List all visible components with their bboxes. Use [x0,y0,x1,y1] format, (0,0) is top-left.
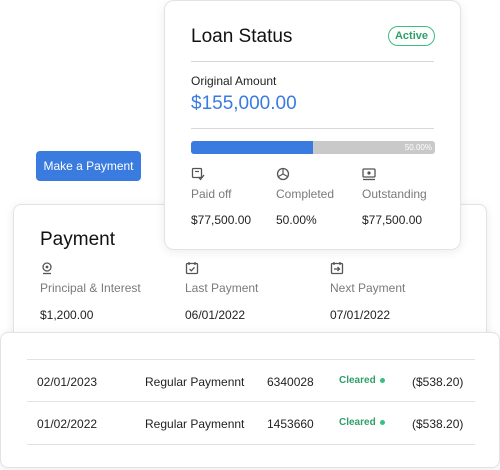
calendar-check-icon [185,261,199,275]
outstanding-value: $77,500.00 [362,213,423,227]
status-dot-icon [379,377,385,383]
table-row[interactable]: 01/02/2022 Regular Paymennt 1453660 Clea… [27,401,475,445]
next-payment-label: Next Payment [330,281,406,295]
transaction-status: Cleared [339,375,385,386]
last-payment-label: Last Payment [185,281,259,295]
loan-status-card: Loan Status Active Original Amount $155,… [164,0,461,250]
transaction-type: Regular Paymennt [145,375,245,389]
status-text: Cleared [339,417,376,428]
transaction-amount: ($538.20) [412,417,464,431]
transaction-amount: ($538.20) [412,375,464,389]
completed-value: 50.00% [276,213,317,227]
completed-label: Completed [276,187,335,201]
make-payment-button[interactable]: Make a Payment [36,151,141,181]
next-payment-item: Next Payment 07/01/2022 [330,261,470,322]
transaction-status: Cleared [339,417,385,428]
principal-icon [40,261,54,275]
next-payment-value: 07/01/2022 [330,308,391,322]
original-amount-value: $155,000.00 [191,93,297,114]
transaction-reference: 1453660 [267,417,314,431]
last-payment-value: 06/01/2022 [185,308,246,322]
transaction-type: Regular Paymennt [145,417,245,431]
divider [191,128,434,129]
principal-interest-label: Principal & Interest [40,281,141,295]
completed-stat: Completed 50.00% [276,167,366,227]
paid-off-label: Paid off [191,187,232,201]
original-amount-label: Original Amount [191,74,277,88]
principal-interest-value: $1,200.00 [40,308,94,322]
paid-off-icon [191,167,205,181]
progress-label: 50.00% [404,143,432,152]
payment-title: Payment [40,229,115,250]
outstanding-label: Outstanding [362,187,427,201]
divider [191,61,434,62]
status-text: Cleared [339,375,376,386]
loan-status-title: Loan Status [191,26,293,47]
last-payment-item: Last Payment 06/01/2022 [185,261,325,322]
paid-off-value: $77,500.00 [191,213,252,227]
progress-fill [191,141,313,154]
transaction-date: 02/01/2023 [37,375,98,389]
repayment-progress-bar: 50.00% [191,141,435,154]
status-badge: Active [387,26,435,46]
completed-icon [276,167,290,181]
status-dot-icon [379,419,385,425]
transactions-card: 02/01/2023 Regular Paymennt 6340028 Clea… [0,332,500,468]
transaction-reference: 6340028 [267,375,314,389]
principal-interest-item: Principal & Interest $1,200.00 [40,261,180,322]
outstanding-icon [362,167,376,181]
outstanding-stat: Outstanding $77,500.00 [362,167,452,227]
paid-off-stat: Paid off $77,500.00 [191,167,281,227]
next-payment-icon [330,261,344,275]
transaction-date: 01/02/2022 [37,417,98,431]
table-row[interactable]: 02/01/2023 Regular Paymennt 6340028 Clea… [27,359,475,402]
